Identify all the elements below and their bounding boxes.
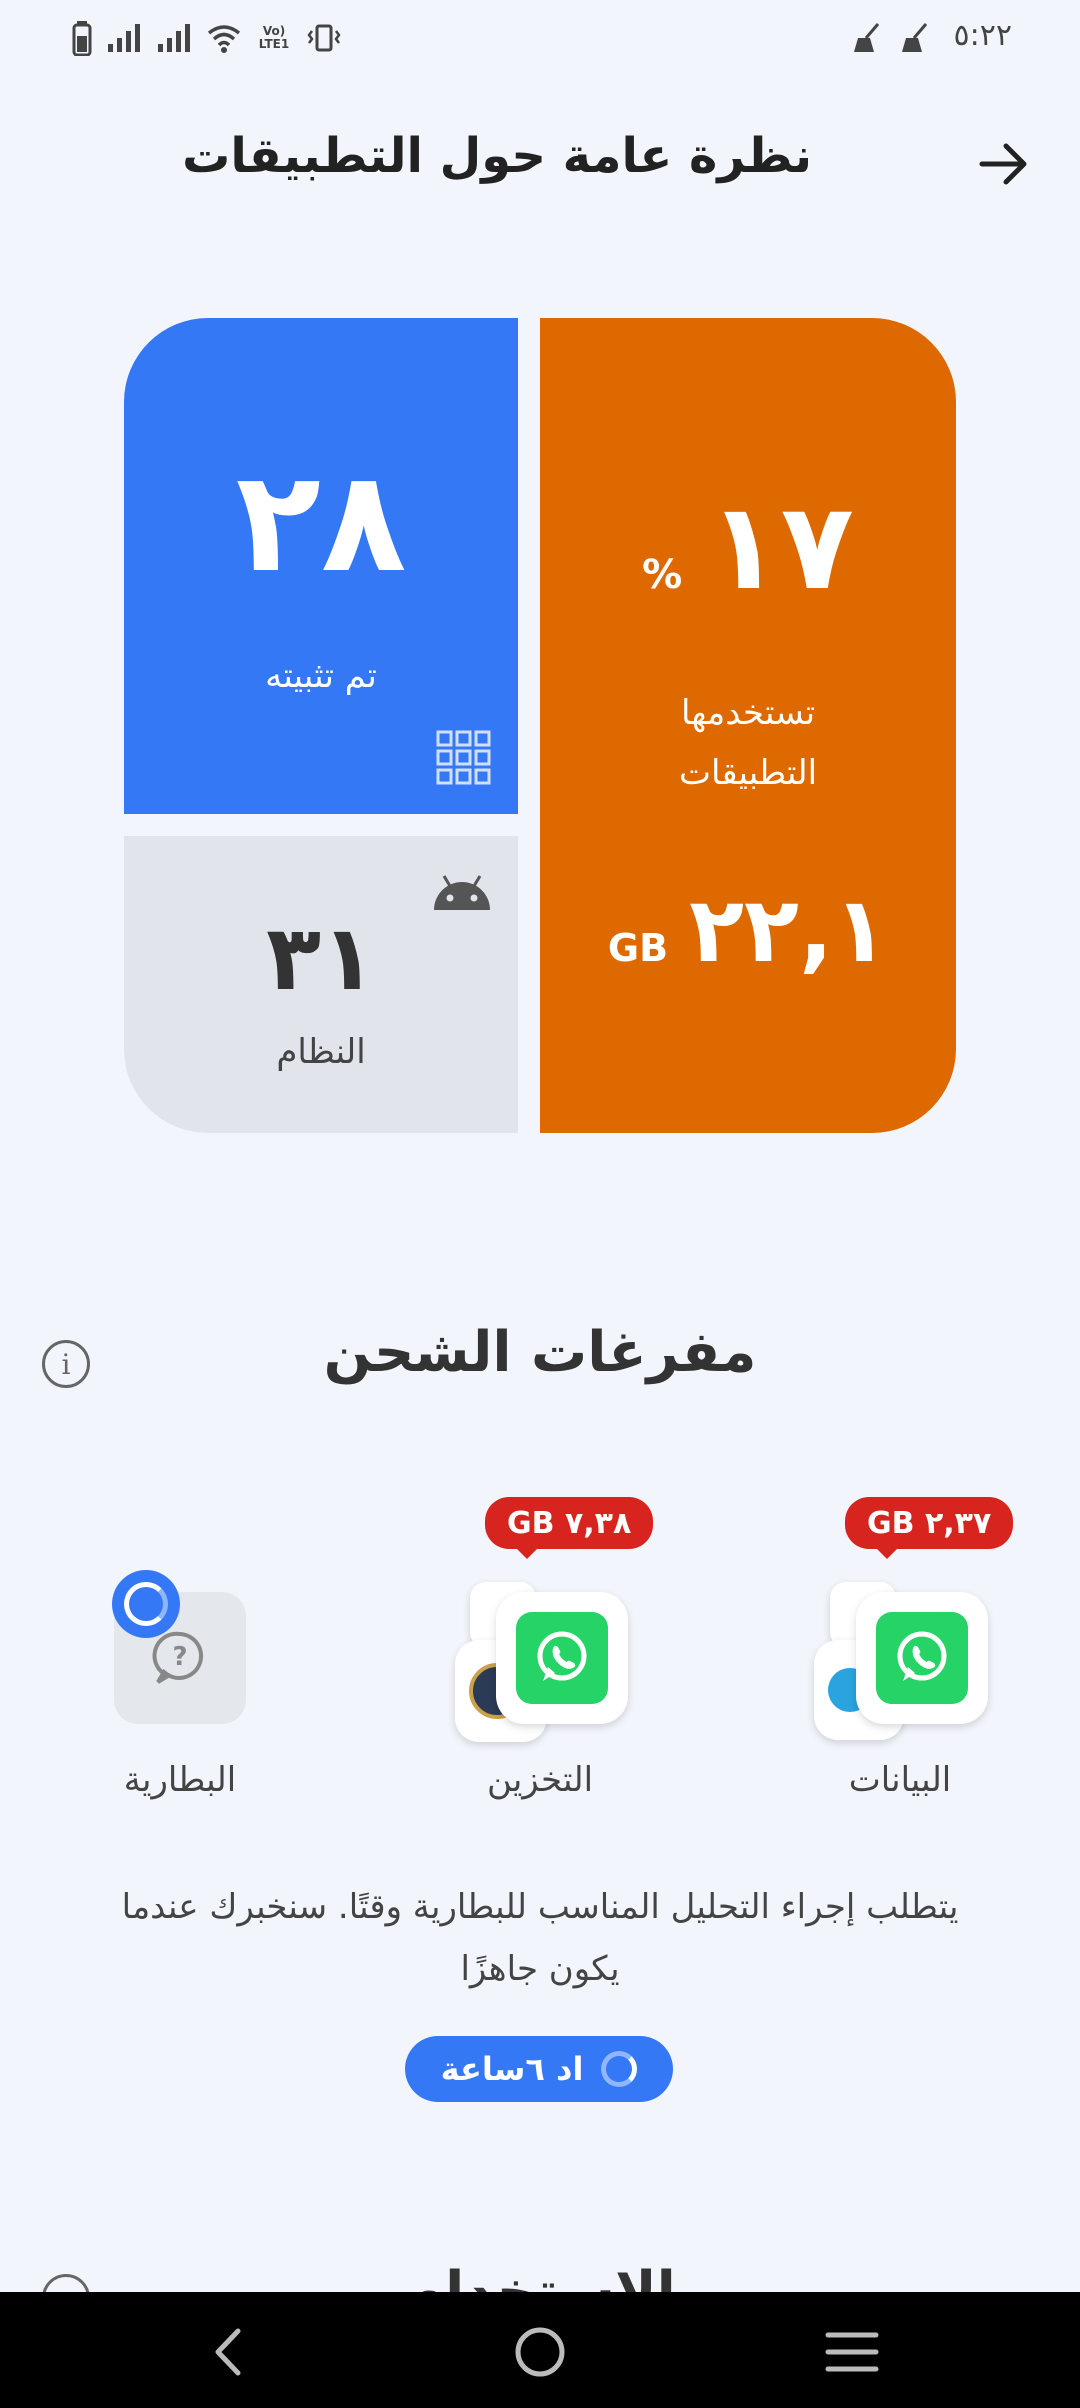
menu-icon[interactable] [822,2322,882,2382]
data-drainer-label: البيانات [848,1760,952,1800]
status-icons-left: Vo) LTE1 [72,18,342,58]
usage-label: تستخدمها التطبيقات [540,683,956,803]
system-label: النظام [276,1032,366,1072]
percent-sign: % [642,552,683,598]
usage-label-line1: تستخدمها [680,693,816,733]
size-unit: GB [607,926,669,970]
loading-spinner-icon [601,2051,638,2087]
loading-spinner-icon [112,1570,180,1638]
installed-label: تم تثبيته [265,656,377,696]
navigation-bar [0,2292,1080,2408]
data-usage-badge: GB ٢,٣٧ [845,1497,1014,1559]
vibrate-icon [306,23,342,53]
svg-text:?: ? [172,1642,187,1672]
signal-icon [156,22,192,54]
status-time: ٥:٢٢ [953,18,1012,53]
percent-value: ١٧ [707,478,854,617]
storage-drainer-label: التخزين [486,1760,594,1800]
whatsapp-icon [856,1592,988,1724]
broom-icon [900,22,930,54]
battery-drainers-title: مفرغات الشحن [323,1320,757,1385]
analysis-description: يتطلب إجراء التحليل المناسب للبطارية وقت… [121,1887,959,1989]
analysis-time-button[interactable]: اد ٦ساعة [405,2036,673,2102]
wifi-icon [206,23,242,53]
home-icon[interactable] [510,2322,570,2382]
battery-drainer-label: البطارية [123,1760,237,1800]
system-apps-card[interactable]: ٣١ النظام [124,836,518,1133]
signal-icon [106,22,142,54]
system-count: ٣١ [266,906,376,1011]
apps-usage-card[interactable]: % ١٧ تستخدمها التطبيقات GB ٢٢,١ [540,318,956,1133]
usage-size: GB ٢٢,١ [540,878,956,983]
installed-apps-card[interactable]: ٢٨ تم تثبيته [124,318,518,814]
arrow-icon[interactable] [976,136,1032,192]
volte-icon: Vo) LTE1 [258,24,290,51]
broom-icon [852,22,882,54]
grid-icon [436,730,492,786]
status-icons-right [852,22,930,54]
usage-label-line2: التطبيقات [678,753,818,793]
status-bar: Vo) LTE1 ٥:٢٢ [0,0,1080,76]
size-value: ٢٢,١ [689,878,889,983]
info-icon[interactable]: i [42,1340,90,1388]
storage-usage-badge: GB ٧,٣٨ [485,1497,654,1559]
page-title: نظرة عامة حول التطبيقات [182,128,812,184]
whatsapp-icon [496,1592,628,1724]
usage-percent: % ١٧ [540,478,956,617]
analysis-time-label: اد ٦ساعة [440,2050,584,2088]
battery-icon [72,20,92,56]
installed-count: ٢٨ [235,441,407,604]
back-icon[interactable] [198,2322,258,2382]
